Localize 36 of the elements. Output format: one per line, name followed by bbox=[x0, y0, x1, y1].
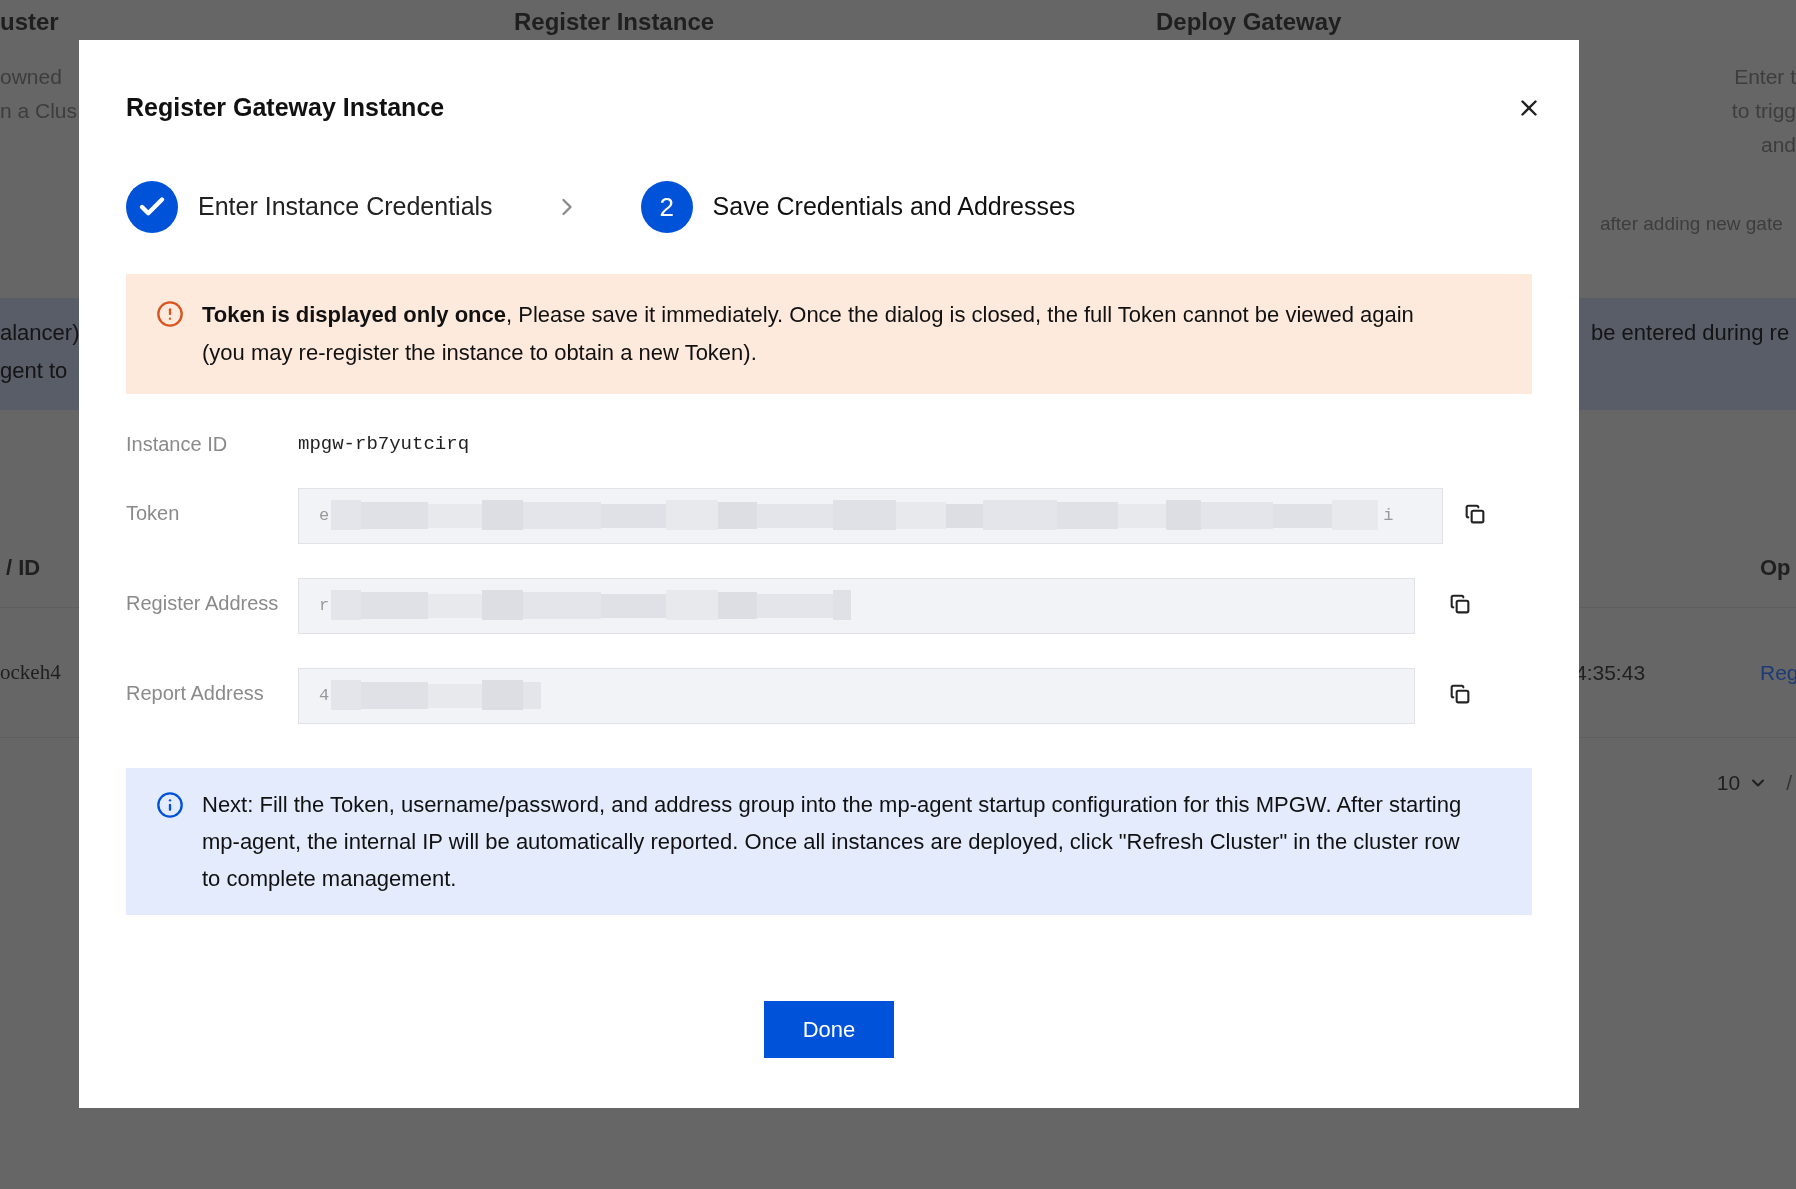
field-value: r bbox=[319, 595, 330, 618]
dialog-title: Register Gateway Instance bbox=[126, 92, 445, 124]
table-cell-text: ockeh4 bbox=[0, 658, 61, 686]
readonly-field[interactable]: r bbox=[298, 578, 1415, 634]
field-value: i bbox=[1383, 505, 1394, 528]
field-label: Register Address bbox=[126, 591, 280, 616]
field-label: Token bbox=[126, 501, 181, 526]
warning-text: Token is displayed only once, Please save it immediately. Once the dialog is closed, the full Token cannot be viewed again (you may re-register the instance to obtain a new Token). bbox=[202, 301, 1415, 367]
warning-icon bbox=[156, 300, 184, 328]
field-label: Report Address bbox=[126, 681, 265, 706]
copy-icon[interactable] bbox=[1450, 684, 1470, 704]
readonly-field[interactable]: e i bbox=[298, 488, 1443, 544]
copy-icon[interactable] bbox=[1465, 504, 1485, 524]
step-label: Enter Instance Credentials bbox=[198, 191, 493, 223]
field-label: Instance ID bbox=[126, 432, 229, 457]
step-title: Register Instance bbox=[514, 7, 716, 37]
instance-id-value: mpgw-rb7yutcirq bbox=[298, 431, 470, 457]
done-button[interactable]: Done bbox=[764, 1001, 894, 1058]
column-header: Op bbox=[1760, 554, 1792, 582]
field-value: 4 bbox=[319, 685, 330, 708]
copy-icon[interactable] bbox=[1450, 594, 1470, 614]
step-number: 2 bbox=[659, 190, 674, 224]
alert-text: be entered during re bbox=[1591, 319, 1791, 347]
info-text: Next: Fill the Token, username/password, and address group into the mp-agent startup configuration for this MPGW. After starting mp-agent, the internal IP will be automatically reported. Once all instances are deployed, click "Refresh Cluster" in the cluster row to complete management. bbox=[202, 791, 1462, 893]
readonly-field[interactable]: 4 bbox=[298, 668, 1415, 724]
info-icon bbox=[156, 791, 184, 819]
step-title: Deploy Gateway bbox=[1156, 7, 1342, 37]
table-cell-text: 4:35:43 bbox=[1575, 659, 1647, 686]
column-header: / ID bbox=[5, 554, 42, 582]
page-size-select[interactable]: 10 bbox=[1716, 767, 1769, 799]
alert-text: alancer) bbox=[0, 319, 80, 347]
step-title: uster bbox=[0, 7, 60, 37]
alert-text: gent to bbox=[0, 357, 69, 385]
field-value: e bbox=[319, 505, 330, 528]
step-label: Save Credentials and Addresses bbox=[712, 191, 1076, 223]
pagination-separator: / bbox=[1786, 770, 1792, 797]
